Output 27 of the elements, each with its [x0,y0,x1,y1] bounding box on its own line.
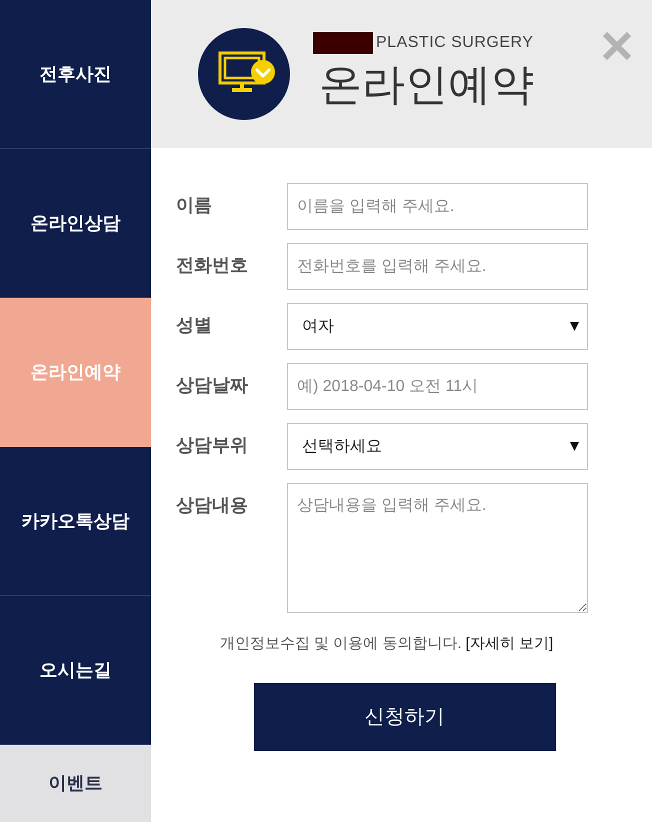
page-title: 온라인예약 [319,60,534,111]
dropdown-caret-icon [570,442,579,451]
select-field[interactable]: 선택하세요 [287,423,588,470]
text-field[interactable]: 이름을 입력해 주세요. [287,183,588,230]
sidebar-item[interactable]: 이벤트 [0,745,151,822]
monitor-check-icon [198,28,290,120]
dropdown-caret-icon [570,322,579,331]
field-label: 상담부위 [176,434,249,457]
text-field[interactable]: 전화번호를 입력해 주세요. [287,243,588,290]
redaction-block [313,32,373,54]
brand-subtitle: PLASTIC SURGERY [376,33,534,53]
field-label: 성별 [176,314,213,337]
sidebar-item[interactable]: 전후사진 [0,0,151,149]
details-link[interactable]: [자세히 보기] [466,635,554,652]
field-label: 상담날짜 [176,374,249,397]
message-textarea[interactable]: 상담내용을 입력해 주세요. [287,483,588,613]
sidebar-item[interactable]: 온라인상담 [0,149,151,298]
sidebar-item[interactable]: 오시는길 [0,596,151,745]
field-label: 이름 [176,194,213,217]
close-icon[interactable] [602,31,632,61]
text-field[interactable]: 예) 2018-04-10 오전 11시 [287,363,588,410]
sidebar-item[interactable]: 카카오톡상담 [0,447,151,596]
field-label: 전화번호 [176,254,249,277]
consent-text: 개인정보수집 및 이용에 동의합니다. [자세히 보기] [220,634,554,654]
submit-button[interactable]: 신청하기 [254,683,556,751]
field-label: 상담내용 [176,494,249,517]
select-field[interactable]: 여자 [287,303,588,350]
